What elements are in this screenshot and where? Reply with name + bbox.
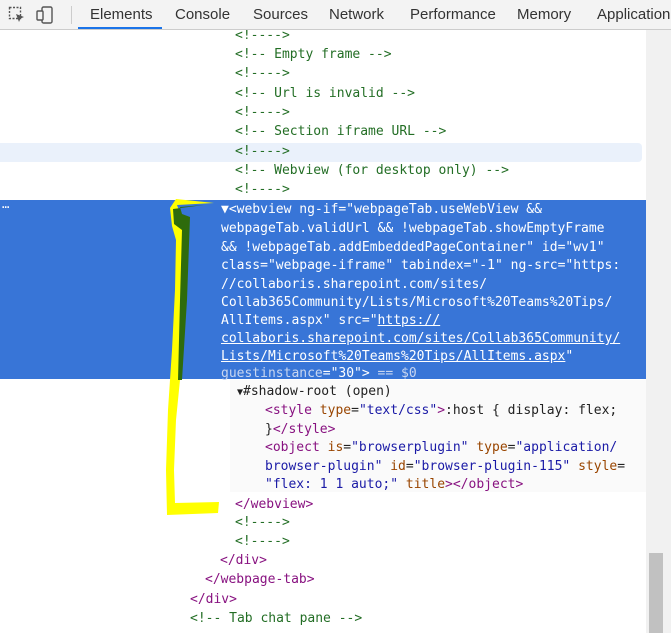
src-link[interactable]: https:// (378, 313, 441, 328)
devtools-toolbar: Elements Console Sources Network Perform… (0, 0, 671, 30)
webview-attr-line[interactable]: collaboris.sharepoint.com/sites/Collab36… (221, 329, 620, 348)
webview-attr-line[interactable]: && !webpageTab.addEmbeddedPageContainer"… (221, 238, 605, 257)
webview-attr-line[interactable]: class="webpage-iframe" tabindex="-1" ng-… (221, 256, 620, 275)
webview-attr-line[interactable]: AllItems.aspx" src="https:// (221, 311, 440, 330)
dom-comment-node[interactable]: <!----> (235, 103, 290, 122)
tab-sources[interactable]: Sources (253, 0, 308, 29)
object-tag-line[interactable]: "flex: 1 1 auto;" title></object> (265, 475, 523, 494)
dom-comment-node[interactable]: <!----> (235, 180, 290, 199)
div-close-tag[interactable]: </div> (220, 551, 267, 570)
active-tab-indicator (78, 27, 162, 29)
webview-close-tag[interactable]: </webview> (235, 495, 313, 514)
webview-open-tag-line[interactable]: ▼<webview ng-if="webpageTab.useWebView &… (221, 200, 542, 219)
tab-memory[interactable]: Memory (517, 0, 571, 29)
dom-comment-node[interactable]: <!-- Url is invalid --> (235, 84, 415, 103)
dom-comment-node[interactable]: <!-- Empty frame --> (235, 45, 392, 64)
webpage-tab-close-tag[interactable]: </webpage-tab> (205, 570, 315, 589)
src-link[interactable]: Lists/Microsoft%20Teams%20Tips/AllItems.… (221, 349, 565, 364)
webview-attr-line[interactable]: webpageTab.validUrl && !webpageTab.showE… (221, 219, 605, 238)
shadow-root-line[interactable]: ▼#shadow-root (open) (237, 382, 392, 401)
scrollbar-thumb[interactable] (649, 553, 663, 633)
dom-comment-node[interactable]: <!-- Tab chat pane --> (190, 609, 362, 628)
dom-comment-node[interactable]: <!-- Section iframe URL --> (235, 122, 446, 141)
inspect-element-icon[interactable] (8, 6, 26, 24)
dom-comment-node[interactable]: <!----> (235, 30, 290, 45)
tab-performance[interactable]: Performance (410, 0, 496, 29)
dom-comment-node[interactable]: <!----> (235, 64, 290, 83)
expand-triangle-icon[interactable]: ▼ (221, 202, 229, 217)
dom-comment-node[interactable]: <!----> (235, 513, 290, 532)
object-tag-line[interactable]: browser-plugin" id="browser-plugin-115" … (265, 457, 625, 476)
hovered-row-highlight (0, 143, 642, 162)
webview-attr-line[interactable]: //collaboris.sharepoint.com/sites/ (221, 275, 487, 294)
tab-elements[interactable]: Elements (90, 0, 153, 29)
node-actions-ellipsis[interactable]: ⋯ (2, 201, 9, 213)
style-tag-line[interactable]: <style type="text/css">:host { display: … (265, 401, 617, 420)
src-link[interactable]: collaboris.sharepoint.com/sites/Collab36… (221, 331, 620, 346)
object-tag-line[interactable]: <object is="browserplugin" type="applica… (265, 438, 617, 457)
elements-dom-tree: <!----> <!-- Empty frame --> <!----> <!-… (0, 30, 646, 633)
dom-comment-node[interactable]: <!----> (235, 532, 290, 551)
tab-console[interactable]: Console (175, 0, 230, 29)
style-tag-line[interactable]: }</style> (265, 420, 335, 439)
div-close-tag[interactable]: </div> (190, 590, 237, 609)
selected-node-marker: == $0 (377, 366, 417, 381)
device-toolbar-icon[interactable] (36, 6, 54, 24)
tab-network[interactable]: Network (329, 0, 384, 29)
toolbar-divider (71, 6, 72, 24)
dom-comment-node[interactable]: <!-- Webview (for desktop only) --> (235, 161, 509, 180)
tab-application[interactable]: Application (597, 0, 670, 29)
vertical-scrollbar[interactable] (646, 30, 671, 633)
webview-attr-line[interactable]: Collab365Community/Lists/Microsoft%20Tea… (221, 293, 612, 312)
dom-comment-node[interactable]: <!----> (235, 142, 290, 161)
